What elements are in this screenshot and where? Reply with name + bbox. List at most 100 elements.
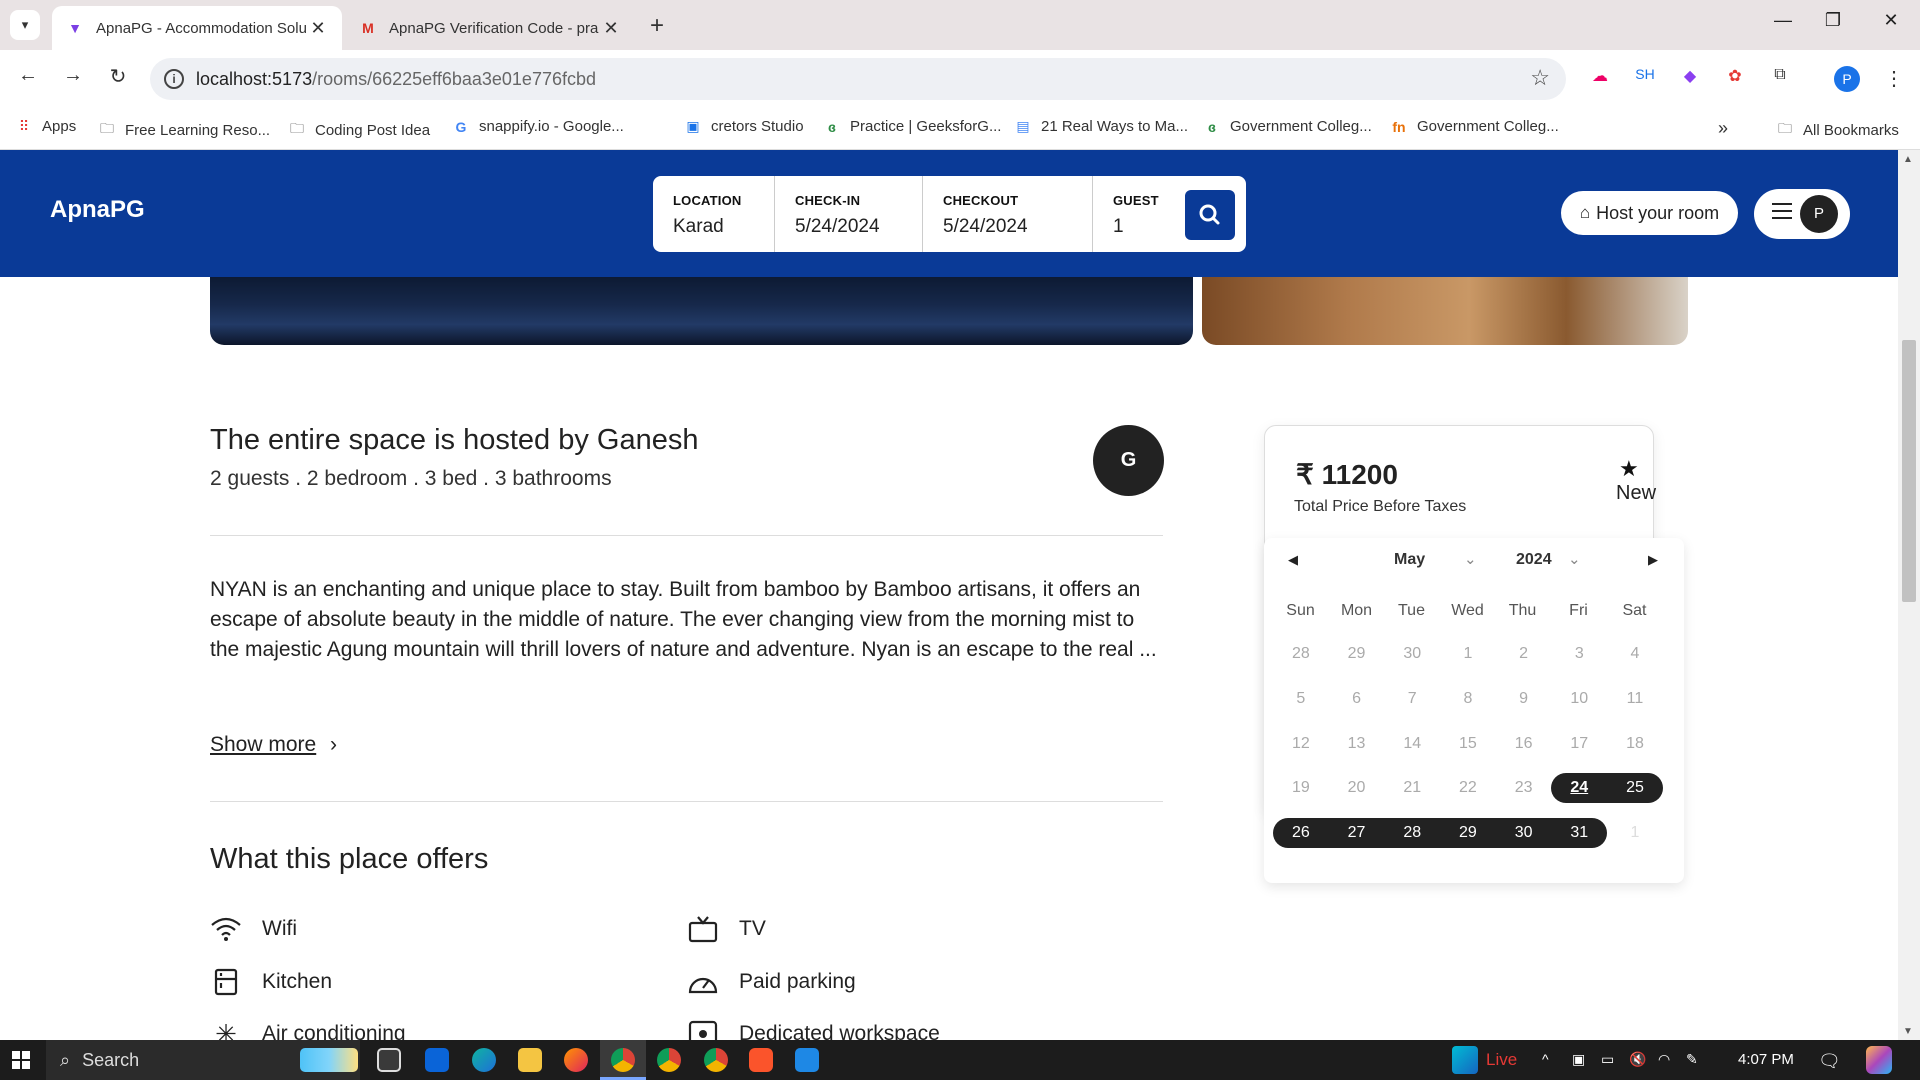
calendar-day-selected[interactable]: 25 bbox=[1607, 773, 1663, 803]
calendar-day-selected-end[interactable]: 31 bbox=[1551, 818, 1608, 848]
copilot-icon[interactable] bbox=[1866, 1046, 1892, 1074]
tab-gmail[interactable]: M ApnaPG Verification Code - pra ✕ bbox=[345, 6, 635, 50]
calendar-day[interactable]: 16 bbox=[1496, 729, 1552, 759]
user-menu-button[interactable]: P bbox=[1754, 189, 1850, 239]
new-tab-plus-icon[interactable]: + bbox=[650, 12, 664, 40]
bookmark-link[interactable]: fn Government Colleg... bbox=[1389, 118, 1558, 135]
extension-color-icon[interactable]: ✿ bbox=[1721, 66, 1749, 86]
calendar-day[interactable]: 20 bbox=[1329, 773, 1385, 803]
calendar-day-selected[interactable]: 26 bbox=[1273, 818, 1329, 848]
cricket-live-icon[interactable] bbox=[1452, 1046, 1478, 1074]
all-bookmarks[interactable]: 🗀 All Bookmarks bbox=[1775, 118, 1899, 142]
month-select[interactable]: May bbox=[1394, 551, 1425, 569]
restore-icon[interactable]: ❐ bbox=[1810, 10, 1856, 31]
scroll-up-icon[interactable]: ▲ bbox=[1903, 154, 1913, 165]
year-select[interactable]: 2024 bbox=[1516, 551, 1552, 569]
bookmark-folder[interactable]: 🗀 Free Learning Reso... bbox=[97, 118, 270, 142]
bookmark-link[interactable]: Gsnappify.io - Google... bbox=[451, 118, 624, 135]
edge-icon[interactable] bbox=[472, 1048, 496, 1072]
extension-sh-icon[interactable]: SH bbox=[1631, 66, 1659, 82]
file-explorer-icon[interactable] bbox=[518, 1048, 542, 1072]
chrome-icon[interactable] bbox=[704, 1048, 728, 1072]
scrollbar-thumb[interactable] bbox=[1902, 340, 1916, 602]
calendar-day-selected[interactable]: 30 bbox=[1495, 818, 1552, 848]
calendar-day[interactable]: 2 bbox=[1496, 639, 1552, 669]
calendar-day[interactable]: 5 bbox=[1273, 684, 1329, 714]
location-field[interactable]: LOCATION Karad bbox=[653, 176, 775, 252]
calendar-day[interactable]: 9 bbox=[1496, 684, 1552, 714]
reload-icon[interactable]: ↻ bbox=[103, 64, 133, 89]
calendar-day-selected[interactable]: 28 bbox=[1384, 818, 1441, 848]
site-logo[interactable]: ApnaPG bbox=[50, 196, 145, 224]
site-info-icon[interactable]: i bbox=[164, 69, 184, 89]
extensions-puzzle-icon[interactable]: ⧉ bbox=[1766, 66, 1794, 84]
windows-start-icon[interactable] bbox=[12, 1051, 30, 1069]
tab-apnapg[interactable]: ▼ ApnaPG - Accommodation Solu ✕ bbox=[52, 6, 342, 50]
checkout-field[interactable]: CHECKOUT 5/24/2024 bbox=[923, 176, 1093, 252]
calendar-day[interactable]: 6 bbox=[1329, 684, 1385, 714]
calendar-day[interactable]: 7 bbox=[1384, 684, 1440, 714]
chevron-right-icon[interactable]: › bbox=[330, 733, 337, 757]
bookmark-apps[interactable]: ⠿ Apps bbox=[14, 118, 76, 135]
live-label[interactable]: Live bbox=[1486, 1050, 1517, 1070]
back-icon[interactable]: ← bbox=[13, 64, 43, 87]
close-window-icon[interactable]: ✕ bbox=[1868, 10, 1914, 31]
calendar-day[interactable]: 22 bbox=[1440, 773, 1496, 803]
calendar-day[interactable]: 12 bbox=[1273, 729, 1329, 759]
tab-search-dropdown-icon[interactable]: ▾ bbox=[10, 10, 40, 40]
calendar-day[interactable]: 4 bbox=[1607, 639, 1663, 669]
calendar-day[interactable]: 8 bbox=[1440, 684, 1496, 714]
tray-chevron-up-icon[interactable]: ^ bbox=[1542, 1051, 1549, 1067]
listing-photo-secondary[interactable] bbox=[1202, 277, 1688, 345]
extension-drop-icon[interactable]: ◆ bbox=[1676, 66, 1704, 86]
calendar-day[interactable]: 28 bbox=[1273, 639, 1329, 669]
chrome-icon[interactable] bbox=[657, 1048, 681, 1072]
calendar-day[interactable]: 14 bbox=[1384, 729, 1440, 759]
pen-icon[interactable]: ✎ bbox=[1686, 1051, 1698, 1068]
browser-menu-icon[interactable]: ⋮ bbox=[1880, 66, 1908, 91]
calendar-day-selected[interactable]: 29 bbox=[1440, 818, 1496, 848]
calendar-day[interactable]: 29 bbox=[1329, 639, 1385, 669]
notifications-icon[interactable]: 🗨 bbox=[1818, 1051, 1841, 1072]
bookmark-link[interactable]: ▣ cretors Studio bbox=[683, 118, 803, 135]
listing-photo-main[interactable] bbox=[210, 277, 1193, 345]
search-button[interactable] bbox=[1185, 190, 1235, 240]
minimize-icon[interactable]: — bbox=[1760, 10, 1806, 31]
firefox-icon[interactable] bbox=[564, 1048, 588, 1072]
previous-month-icon[interactable]: ◀ bbox=[1288, 552, 1298, 568]
url-text[interactable]: localhost:5173/rooms/66225eff6baa3e01e77… bbox=[196, 69, 596, 90]
battery-icon[interactable]: ▭ bbox=[1601, 1051, 1614, 1068]
calendar-day[interactable]: 17 bbox=[1551, 729, 1607, 759]
bookmark-star-icon[interactable]: ☆ bbox=[1530, 65, 1550, 91]
calendar-day[interactable]: 11 bbox=[1607, 684, 1663, 714]
task-view-icon[interactable] bbox=[377, 1048, 401, 1072]
show-more-link[interactable]: Show more bbox=[210, 733, 316, 757]
host-your-room-button[interactable]: ⌂ Host your room bbox=[1561, 191, 1738, 235]
wifi-icon[interactable]: ◠ bbox=[1658, 1051, 1670, 1068]
page-scrollbar[interactable]: ▲ ▼ bbox=[1898, 150, 1920, 1040]
volume-muted-icon[interactable]: 🔇 bbox=[1629, 1051, 1646, 1068]
checkin-field[interactable]: CHECK-IN 5/24/2024 bbox=[775, 176, 923, 252]
calendar-day-selected-start[interactable]: 24 bbox=[1551, 773, 1608, 803]
calendar-day[interactable]: 13 bbox=[1329, 729, 1385, 759]
meet-now-icon[interactable]: ▣ bbox=[1572, 1051, 1585, 1068]
bookmark-link[interactable]: ɞ Practice | GeeksforG... bbox=[822, 118, 1001, 135]
calendar-day[interactable]: 10 bbox=[1551, 684, 1607, 714]
calendar-day[interactable]: 3 bbox=[1551, 639, 1607, 669]
vscode-icon[interactable] bbox=[795, 1048, 819, 1072]
profile-avatar[interactable]: P bbox=[1834, 66, 1860, 92]
bookmark-folder[interactable]: 🗀 Coding Post Idea bbox=[287, 118, 430, 142]
brave-icon[interactable] bbox=[749, 1048, 773, 1072]
chrome-icon[interactable] bbox=[611, 1048, 635, 1072]
address-bar[interactable]: i localhost:5173/rooms/66225eff6baa3e01e… bbox=[150, 58, 1566, 100]
calendar-day[interactable]: 1 bbox=[1607, 818, 1663, 848]
bookmark-link[interactable]: ɞ Government Colleg... bbox=[1202, 118, 1372, 135]
guest-field[interactable]: GUEST 1 bbox=[1093, 176, 1183, 252]
bookmark-link[interactable]: ▤ 21 Real Ways to Ma... bbox=[1013, 118, 1188, 135]
forward-icon[interactable]: → bbox=[58, 64, 88, 87]
calendar-day[interactable]: 23 bbox=[1496, 773, 1552, 803]
calendar-day[interactable]: 18 bbox=[1607, 729, 1663, 759]
next-month-icon[interactable]: ▶ bbox=[1648, 552, 1658, 568]
close-tab-icon[interactable]: ✕ bbox=[308, 18, 328, 39]
chevron-down-icon[interactable]: ⌄ bbox=[1464, 550, 1477, 568]
